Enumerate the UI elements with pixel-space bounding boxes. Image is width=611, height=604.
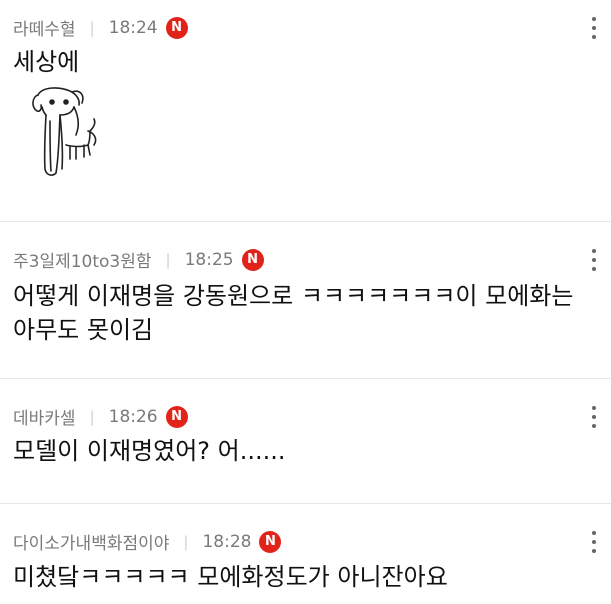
new-badge-icon: N [241, 248, 264, 271]
new-badge-icon: N [165, 405, 188, 428]
dog-sticker-icon [32, 87, 97, 176]
more-options-icon[interactable] [589, 17, 599, 39]
new-badge-icon: N [259, 530, 282, 553]
comment-text: 어떻게 이재명을 강동원으로 ㅋㅋㅋㅋㅋㅋㅋ이 모에화는 아무도 못이김 [13, 282, 574, 344]
more-options-icon[interactable] [589, 531, 599, 553]
meta-separator: | [89, 18, 95, 37]
comment-item: 주3일제10to3원함 | 18:25 N 어떻게 이재명을 강동원으로 ㅋㅋㅋ… [0, 222, 611, 378]
comment-item: 라떼수혈 | 18:24 N 세상에 [0, 0, 611, 221]
comment-meta: 주3일제10to3원함 | 18:25 N [13, 247, 264, 272]
comment-author[interactable]: 라떼수혈 [13, 15, 76, 40]
more-options-icon[interactable] [589, 406, 599, 428]
comment-time: 18:24 [108, 17, 158, 38]
comment-text: 세상에 [13, 48, 80, 76]
comment-time: 18:26 [108, 406, 158, 427]
comment-time: 18:25 [184, 249, 234, 270]
comment-item: 데바카셀 | 18:26 N 모델이 이재명였어? 어...... [0, 379, 611, 503]
comment-text: 모델이 이재명였어? 어...... [13, 437, 286, 465]
comment-meta: 데바카셀 | 18:26 N [13, 404, 188, 429]
comment-author[interactable]: 다이소가내백화점이야 [13, 529, 169, 554]
comment-meta: 다이소가내백화점이야 | 18:28 N [13, 529, 282, 554]
more-options-icon[interactable] [589, 249, 599, 271]
meta-separator: | [183, 532, 189, 551]
comment-author[interactable]: 주3일제10to3원함 [13, 247, 152, 272]
comment-text: 미쳤닼ㅋㅋㅋㅋㅋ 모에화정도가 아니잔아요 [13, 563, 448, 591]
meta-separator: | [89, 407, 95, 426]
comment-author[interactable]: 데바카셀 [13, 404, 76, 429]
comment-time: 18:28 [202, 531, 252, 552]
new-badge-icon: N [165, 16, 188, 39]
meta-separator: | [165, 250, 171, 269]
comment-item: 다이소가내백화점이야 | 18:28 N 미쳤닼ㅋㅋㅋㅋㅋ 모에화정도가 아니잔… [0, 504, 611, 604]
comment-meta: 라떼수혈 | 18:24 N [13, 15, 188, 40]
